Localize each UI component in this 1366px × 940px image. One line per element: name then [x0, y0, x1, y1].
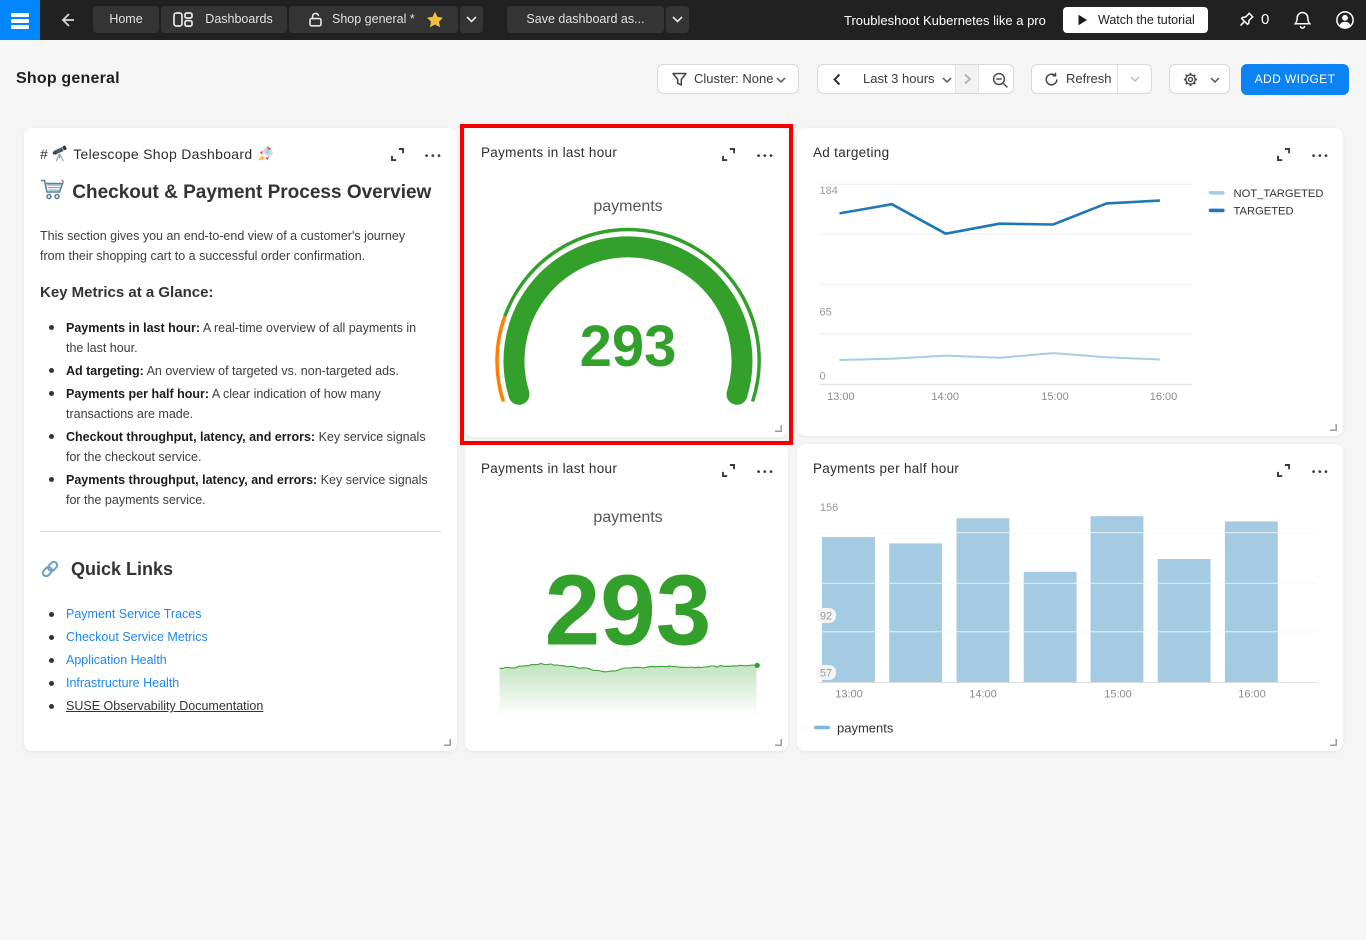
svg-text:293: 293: [545, 554, 712, 666]
svg-text:16:00: 16:00: [1150, 391, 1178, 403]
svg-text:TARGETED: TARGETED: [1234, 206, 1294, 218]
svg-text:16:00: 16:00: [1238, 689, 1266, 701]
svg-text:payments: payments: [837, 721, 894, 736]
svg-text:57: 57: [820, 668, 832, 680]
svg-text:65: 65: [820, 307, 832, 319]
svg-text:14:00: 14:00: [969, 689, 997, 701]
svg-text:14:00: 14:00: [931, 391, 959, 403]
svg-text:184: 184: [820, 185, 838, 197]
svg-text:13:00: 13:00: [827, 391, 855, 403]
svg-text:156: 156: [820, 502, 838, 514]
svg-text:NOT_TARGETED: NOT_TARGETED: [1234, 188, 1324, 200]
svg-text:15:00: 15:00: [1041, 391, 1069, 403]
svg-text:92: 92: [820, 611, 832, 623]
svg-text:0: 0: [820, 371, 826, 383]
svg-text:15:00: 15:00: [1104, 689, 1132, 701]
svg-text:13:00: 13:00: [835, 689, 863, 701]
